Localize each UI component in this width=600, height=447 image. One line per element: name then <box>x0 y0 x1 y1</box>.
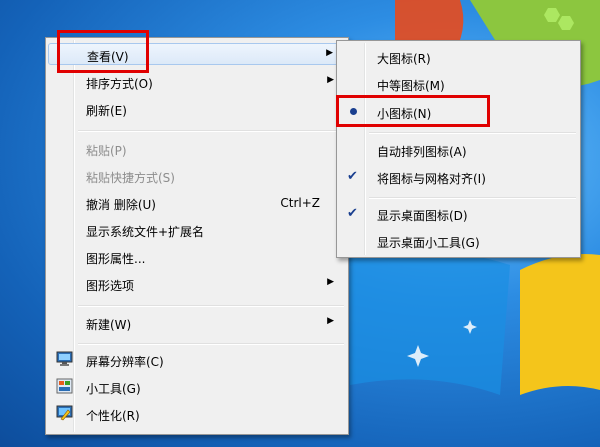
menu-separator <box>369 132 576 134</box>
menu-item-label: 中等图标(M) <box>377 79 445 93</box>
menu-item-label: 撤消 删除(U) <box>86 198 156 212</box>
menu-item-label: 粘贴(P) <box>86 144 127 158</box>
menu-item-paste[interactable]: 粘贴(P) <box>48 138 346 160</box>
highlight-box-small-icons <box>336 95 490 127</box>
menu-item-label: 大图标(R) <box>377 52 431 66</box>
submenu-item-auto-arrange[interactable]: 自动排列图标(A) <box>339 139 578 161</box>
menu-item-graphics-options[interactable]: 图形选项 ▶ <box>48 273 346 295</box>
menu-item-label: 显示桌面小工具(G) <box>377 236 480 250</box>
menu-item-gadgets[interactable]: 小工具(G) <box>48 376 346 398</box>
submenu-item-show-gadgets[interactable]: 显示桌面小工具(G) <box>339 230 578 252</box>
menu-item-undo-delete[interactable]: 撤消 删除(U) Ctrl+Z <box>48 192 346 214</box>
highlight-box-view <box>57 30 149 73</box>
submenu-arrow-icon: ▶ <box>327 75 334 85</box>
menu-separator <box>78 343 344 345</box>
menu-item-new[interactable]: 新建(W) ▶ <box>48 312 346 334</box>
view-submenu: 大图标(R) 中等图标(M) 小图标(N) 自动排列图标(A) ✔ 将图标与网格… <box>336 40 581 258</box>
menu-item-graphics-properties[interactable]: 图形属性... <box>48 246 346 268</box>
submenu-arrow-icon: ▶ <box>327 316 334 326</box>
menu-item-label: 粘贴快捷方式(S) <box>86 171 175 185</box>
submenu-item-large-icons[interactable]: 大图标(R) <box>339 46 578 68</box>
menu-item-personalize[interactable]: 个性化(R) <box>48 403 346 425</box>
menu-item-label: 显示桌面图标(D) <box>377 209 468 223</box>
submenu-item-show-desktop-icons[interactable]: ✔ 显示桌面图标(D) <box>339 203 578 225</box>
menu-separator <box>369 197 576 199</box>
menu-item-show-system-files[interactable]: 显示系统文件+扩展名 <box>48 219 346 241</box>
menu-item-label: 排序方式(O) <box>86 77 153 91</box>
personalize-icon <box>56 405 73 421</box>
menu-item-paste-shortcut[interactable]: 粘贴快捷方式(S) <box>48 165 346 187</box>
menu-item-shortcut: Ctrl+Z <box>280 196 320 210</box>
submenu-arrow-icon: ▶ <box>327 277 334 287</box>
menu-item-refresh[interactable]: 刷新(E) <box>48 98 346 120</box>
menu-item-label: 图形属性... <box>86 252 146 266</box>
submenu-arrow-icon: ▶ <box>326 48 333 58</box>
desktop-context-menu: 查看(V) ▶ 排序方式(O) ▶ 刷新(E) 粘贴(P) 粘贴快捷方式(S) … <box>45 37 349 435</box>
checkmark-icon: ✔ <box>347 169 358 184</box>
checkmark-icon: ✔ <box>347 206 358 221</box>
menu-item-label: 显示系统文件+扩展名 <box>86 225 205 239</box>
menu-item-label: 图形选项 <box>86 279 135 293</box>
menu-separator <box>78 130 344 132</box>
menu-item-label: 屏幕分辨率(C) <box>86 355 164 369</box>
menu-item-label: 小工具(G) <box>86 382 141 396</box>
menu-separator <box>78 305 344 307</box>
menu-item-screen-resolution[interactable]: 屏幕分辨率(C) <box>48 349 346 371</box>
menu-item-label: 将图标与网格对齐(I) <box>377 172 486 186</box>
menu-item-sort-by[interactable]: 排序方式(O) ▶ <box>48 71 346 93</box>
submenu-item-medium-icons[interactable]: 中等图标(M) <box>339 73 578 95</box>
menu-item-label: 新建(W) <box>86 318 132 332</box>
menu-item-label: 个性化(R) <box>86 409 140 423</box>
submenu-item-align-to-grid[interactable]: ✔ 将图标与网格对齐(I) <box>339 166 578 188</box>
monitor-icon <box>56 351 73 366</box>
menu-item-label: 刷新(E) <box>86 104 127 118</box>
gadgets-icon <box>56 378 73 394</box>
menu-item-label: 自动排列图标(A) <box>377 145 467 159</box>
